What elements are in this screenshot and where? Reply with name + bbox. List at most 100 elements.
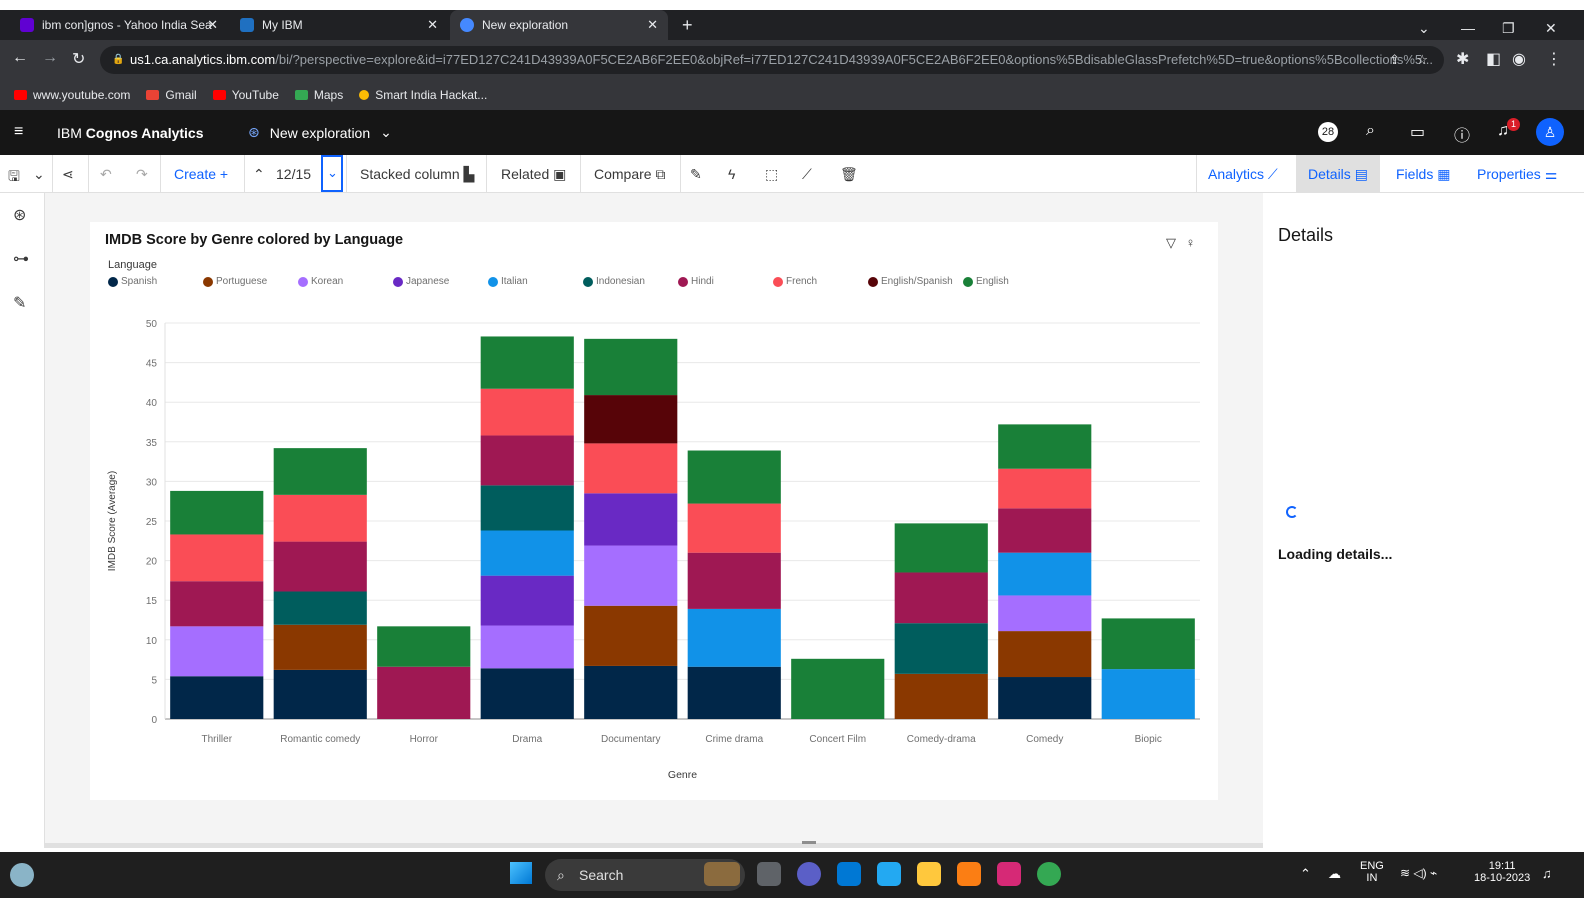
bar-segment[interactable] <box>894 572 988 624</box>
bar-segment[interactable] <box>998 468 1092 509</box>
chrome-icon[interactable] <box>1037 862 1061 886</box>
canvas-scrollbar[interactable] <box>45 841 1263 848</box>
y-tick-label: 15 <box>146 596 158 607</box>
bar-segment[interactable] <box>687 450 781 504</box>
clock[interactable]: 19:11 18-10-2023 <box>1474 860 1530 884</box>
details-panel: Details Loading details... <box>1263 193 1584 848</box>
bar-segment[interactable] <box>584 665 678 719</box>
search-icon: ⌕ <box>557 867 565 883</box>
bar-segment[interactable] <box>273 541 367 592</box>
chat-app-icon[interactable] <box>797 862 821 886</box>
clock-date: 18-10-2023 <box>1474 872 1531 884</box>
bar-segment[interactable] <box>170 676 264 719</box>
bar-segment[interactable] <box>273 494 367 542</box>
loading-details-text: Loading details... <box>1278 546 1393 562</box>
y-tick-label: 25 <box>146 517 158 528</box>
bar-segment[interactable] <box>170 626 264 677</box>
language-indicator[interactable]: ENG IN <box>1360 860 1384 884</box>
details-title: Details <box>1278 225 1334 245</box>
windows-start-icon[interactable] <box>510 862 532 884</box>
bar-segment[interactable] <box>584 605 678 666</box>
instagram-icon[interactable] <box>997 862 1021 886</box>
y-tick-label: 5 <box>151 675 157 686</box>
bar-segment[interactable] <box>273 624 367 670</box>
bar-segment[interactable] <box>998 677 1092 719</box>
onedrive-icon[interactable]: ☁ <box>1328 866 1341 882</box>
wifi-volume-icon[interactable]: ≋ ◁) ⌁ <box>1400 866 1437 880</box>
y-tick-label: 40 <box>146 398 158 409</box>
y-tick-label: 50 <box>146 319 158 330</box>
notification-bell-icon[interactable]: ♫ <box>1542 866 1552 881</box>
x-tick-label: Romantic comedy <box>280 734 360 745</box>
search-highlight-icon <box>704 862 740 886</box>
bar-segment[interactable] <box>687 666 781 719</box>
y-axis-title: IMDB Score (Average) <box>107 471 118 571</box>
bar-segment[interactable] <box>998 424 1092 469</box>
vscode-icon[interactable] <box>877 862 901 886</box>
bar-segment[interactable] <box>170 581 264 627</box>
y-tick-label: 10 <box>146 636 158 647</box>
weather-widget-icon[interactable] <box>10 863 34 887</box>
x-tick-label: Thriller <box>201 734 232 745</box>
bar-segment[interactable] <box>480 485 574 531</box>
bar-segment[interactable] <box>584 493 678 546</box>
bar-segment[interactable] <box>480 625 574 669</box>
bar-segment[interactable] <box>480 336 574 389</box>
x-tick-label: Biopic <box>1135 734 1162 745</box>
x-tick-label: Crime drama <box>705 734 763 745</box>
bar-segment[interactable] <box>894 673 988 719</box>
y-tick-label: 45 <box>146 359 158 370</box>
bar-segment[interactable] <box>273 591 367 625</box>
y-tick-label: 35 <box>146 438 158 449</box>
x-tick-label: Comedy-drama <box>907 734 976 745</box>
bar-segment[interactable] <box>377 626 471 667</box>
y-tick-label: 30 <box>146 477 158 488</box>
bar-segment[interactable] <box>998 508 1092 553</box>
scroll-grip[interactable] <box>802 841 816 844</box>
bar-segment[interactable] <box>480 668 574 719</box>
x-tick-label: Horror <box>410 734 439 745</box>
bar-segment[interactable] <box>273 448 367 495</box>
lang-code: ENG <box>1360 860 1384 872</box>
x-tick-label: Drama <box>512 734 542 745</box>
clock-time: 19:11 <box>1488 860 1516 872</box>
bar-segment[interactable] <box>894 523 988 573</box>
xampp-icon[interactable] <box>957 862 981 886</box>
bar-segment[interactable] <box>584 395 678 444</box>
bar-segment[interactable] <box>584 545 678 606</box>
region-code: IN <box>1366 872 1378 884</box>
x-tick-label: Documentary <box>601 734 660 745</box>
loading-spinner-icon <box>1286 506 1298 518</box>
y-tick-label: 20 <box>146 557 158 568</box>
bar-segment[interactable] <box>998 631 1092 678</box>
x-axis-title: Genre <box>668 769 697 781</box>
task-view-icon[interactable] <box>757 862 781 886</box>
windows-taskbar: ⌕ Search ⌃ ☁ ENG IN ≋ ◁) ⌁ 19:11 18-10-202… <box>0 852 1584 898</box>
bar-segment[interactable] <box>170 490 264 535</box>
bar-segment[interactable] <box>687 503 781 553</box>
bar-segment[interactable] <box>584 338 678 396</box>
tray-overflow-icon[interactable]: ⌃ <box>1300 866 1311 882</box>
x-tick-label: Comedy <box>1026 734 1063 745</box>
bar-segment[interactable] <box>1101 618 1195 670</box>
bar-segment[interactable] <box>480 530 574 576</box>
bar-segment[interactable] <box>273 669 367 719</box>
bar-segment[interactable] <box>170 534 264 582</box>
bar-segment[interactable] <box>998 552 1092 596</box>
bar-segment[interactable] <box>998 595 1092 632</box>
bar-segment[interactable] <box>687 608 781 667</box>
bar-segment[interactable] <box>377 666 471 719</box>
bar-segment[interactable] <box>480 575 574 626</box>
file-explorer-icon[interactable] <box>917 862 941 886</box>
bar-segment[interactable] <box>1101 669 1195 719</box>
x-tick-label: Concert Film <box>809 734 866 745</box>
bar-segment[interactable] <box>584 443 678 494</box>
bar-segment[interactable] <box>687 552 781 609</box>
search-label: Search <box>579 867 624 883</box>
bar-segment[interactable] <box>894 623 988 674</box>
bar-segment[interactable] <box>791 658 885 719</box>
bar-segment[interactable] <box>480 388 574 436</box>
store-icon[interactable] <box>837 862 861 886</box>
y-tick-label: 0 <box>151 715 157 726</box>
bar-segment[interactable] <box>480 435 574 486</box>
